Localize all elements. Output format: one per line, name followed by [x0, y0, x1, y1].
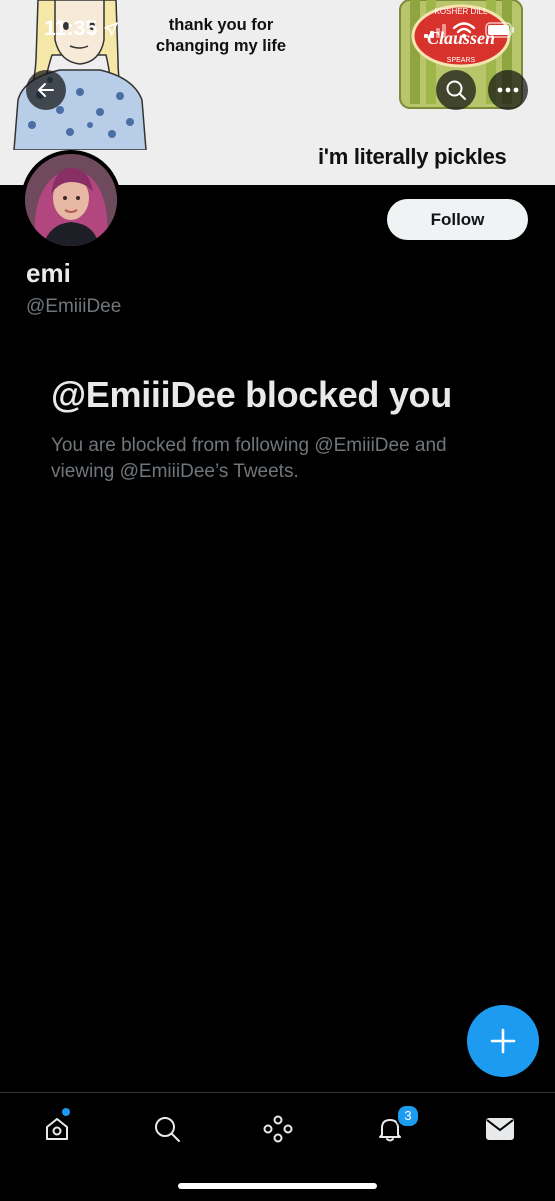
- spaces-icon: [263, 1115, 293, 1143]
- home-icon: [46, 1118, 68, 1140]
- compose-tweet-button[interactable]: [467, 1005, 539, 1077]
- nav-spaces[interactable]: [260, 1111, 296, 1147]
- back-button[interactable]: [26, 70, 66, 110]
- status-time: 11:35: [44, 17, 98, 40]
- nav-messages[interactable]: [482, 1111, 518, 1147]
- status-bar: 11:35: [0, 0, 555, 60]
- home-indicator: [178, 1183, 377, 1189]
- envelope-icon: [486, 1118, 514, 1140]
- new-tweets-dot: [62, 1108, 70, 1116]
- battery-icon: [485, 22, 514, 38]
- display-name: emi: [26, 258, 71, 288]
- profile-search-button[interactable]: [436, 70, 476, 110]
- avatar-photo: [25, 154, 117, 246]
- search-icon: [155, 1117, 180, 1142]
- nav-search[interactable]: [149, 1111, 185, 1147]
- notification-count-badge: 3: [396, 1104, 420, 1128]
- blocked-title: @EmiiiDee blocked you: [51, 374, 452, 415]
- wifi-icon: [452, 22, 476, 39]
- profile-avatar[interactable]: [21, 150, 121, 250]
- location-arrow-icon: [104, 22, 118, 36]
- plus-icon: [490, 1028, 516, 1054]
- back-arrow-icon: [38, 83, 54, 97]
- nav-home[interactable]: [39, 1108, 75, 1147]
- meme-bottom-caption: i'm literally pickles: [318, 144, 507, 169]
- cellular-signal-icon: [424, 24, 446, 38]
- more-options-button[interactable]: [488, 70, 528, 110]
- nav-notifications[interactable]: 3: [372, 1104, 420, 1147]
- user-handle: @EmiiiDee: [26, 296, 122, 317]
- follow-button[interactable]: Follow: [387, 199, 528, 240]
- more-dots-icon: [497, 87, 519, 93]
- blocked-description: You are blocked from following @EmiiiDee…: [51, 435, 447, 482]
- search-icon: [446, 80, 466, 100]
